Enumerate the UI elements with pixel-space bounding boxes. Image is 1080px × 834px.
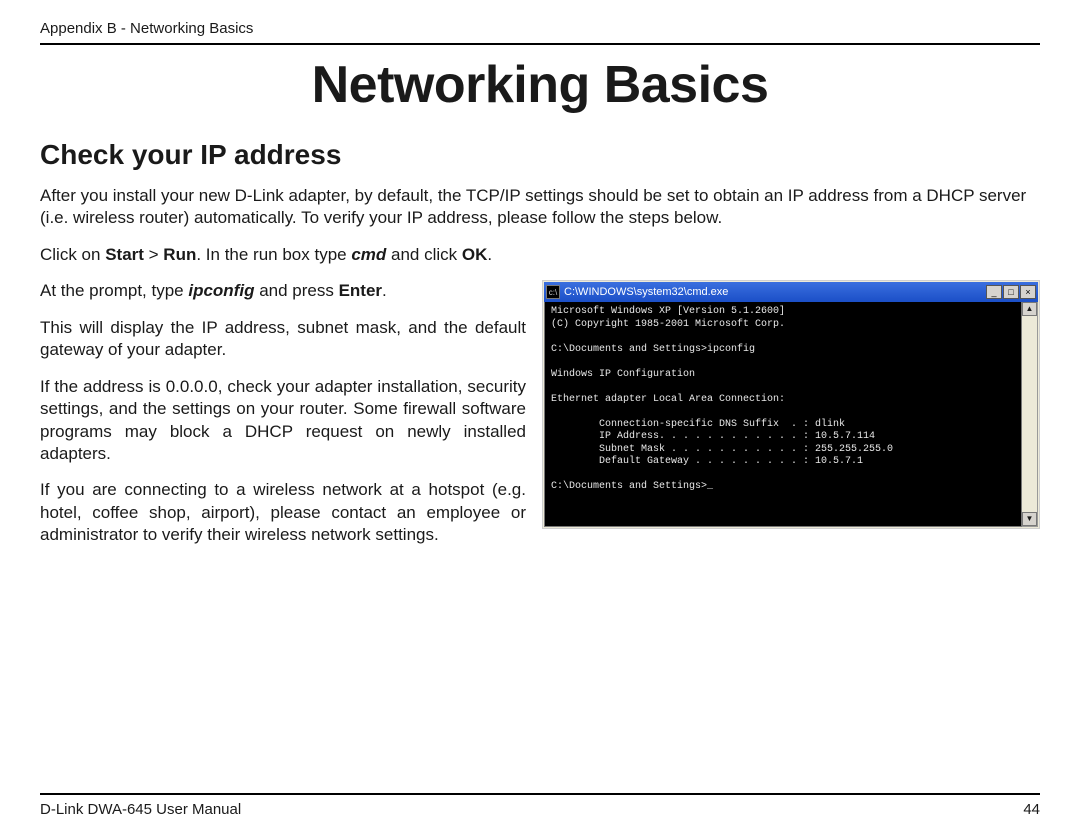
page-footer: D-Link DWA-645 User Manual 44 [40,793,1040,818]
minimize-button[interactable]: _ [986,285,1002,299]
cmd-window-title: C:\WINDOWS\system32\cmd.exe [564,286,728,298]
footer-manual-name: D-Link DWA-645 User Manual [40,801,241,818]
text: . In the run box type [196,245,351,264]
cmd-screenshot-figure: c:\ C:\WINDOWS\system32\cmd.exe _ □ × Mi… [542,280,1040,529]
start-keyword: Start [105,245,144,264]
enter-keyword: Enter [339,281,382,300]
text: . [382,281,387,300]
text: > [144,245,163,264]
cmd-scrollbar[interactable]: ▲ ▼ [1022,302,1038,527]
cmd-window-icon: c:\ [546,285,560,299]
text: and click [386,245,462,264]
footer-page-number: 44 [1023,801,1040,818]
cmd-titlebar: c:\ C:\WINDOWS\system32\cmd.exe _ □ × [544,282,1038,302]
intro-paragraph: After you install your new D-Link adapte… [40,185,1040,230]
ok-keyword: OK [462,245,488,264]
page-title: Networking Basics [40,55,1040,115]
step1-paragraph: Click on Start > Run. In the run box typ… [40,244,1040,266]
run-keyword: Run [163,245,196,264]
text: . [487,245,492,264]
close-button[interactable]: × [1020,285,1036,299]
cmd-window: c:\ C:\WINDOWS\system32\cmd.exe _ □ × Mi… [542,280,1040,529]
header-appendix: Appendix B - Networking Basics [40,20,1040,45]
scroll-track[interactable] [1022,316,1037,512]
text: Click on [40,245,105,264]
text: At the prompt, type [40,281,188,300]
maximize-button[interactable]: □ [1003,285,1019,299]
scroll-down-icon[interactable]: ▼ [1022,512,1037,526]
ipconfig-keyword: ipconfig [188,281,254,300]
section-heading: Check your IP address [40,139,1040,171]
scroll-up-icon[interactable]: ▲ [1022,302,1037,316]
cmd-terminal-output: Microsoft Windows XP [Version 5.1.2600] … [544,302,1022,527]
text: and press [254,281,338,300]
cmd-keyword: cmd [351,245,386,264]
